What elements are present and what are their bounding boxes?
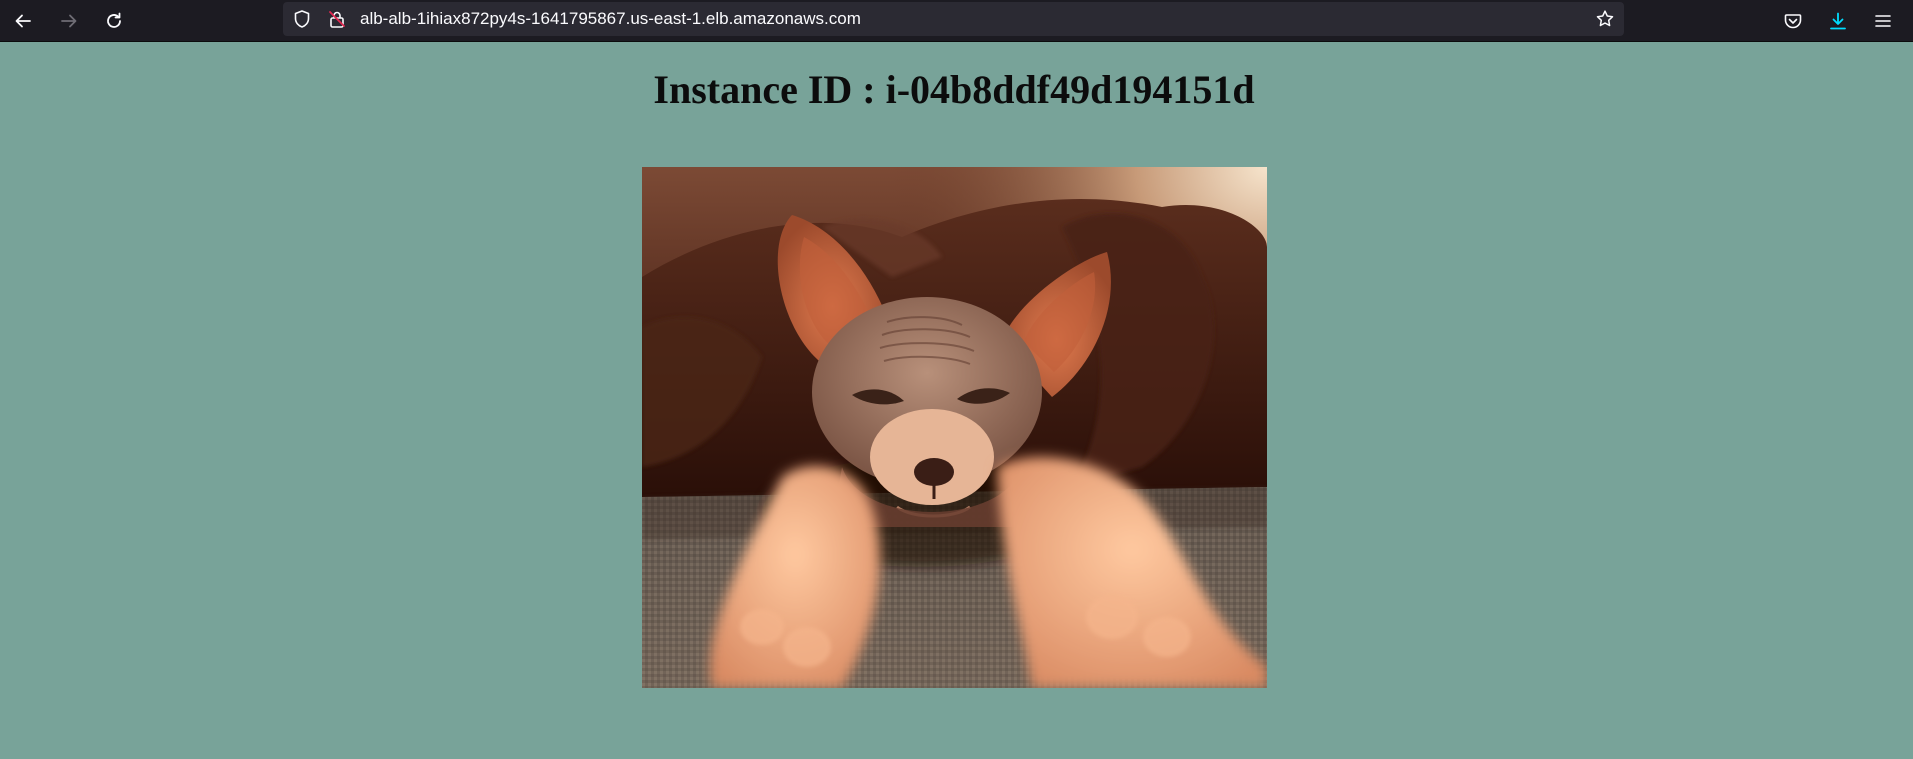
downloads-button[interactable]	[1821, 4, 1855, 38]
reload-icon	[107, 12, 121, 28]
reload-button[interactable]	[97, 4, 131, 38]
back-button[interactable]	[6, 4, 40, 38]
cat-image	[642, 167, 1267, 688]
hamburger-menu-icon	[1875, 15, 1891, 27]
forward-button[interactable]	[52, 4, 86, 38]
shield-icon[interactable]	[292, 9, 312, 29]
download-icon	[1830, 12, 1846, 30]
url-text[interactable]: alb-alb-1ihiax872py4s-1641795867.us-east…	[360, 2, 861, 36]
pocket-icon	[1784, 14, 1802, 29]
menu-button[interactable]	[1866, 4, 1900, 38]
address-bar[interactable]: alb-alb-1ihiax872py4s-1641795867.us-east…	[283, 2, 1624, 36]
arrow-left-icon	[15, 14, 31, 28]
star-icon[interactable]	[1595, 9, 1615, 29]
insecure-lock-icon[interactable]	[327, 9, 347, 29]
instance-id-heading: Instance ID : i-04b8ddf49d194151d	[653, 67, 1255, 112]
cat-photo-illustration	[642, 167, 1267, 688]
arrow-right-icon	[61, 14, 77, 28]
pocket-button[interactable]	[1776, 4, 1810, 38]
browser-toolbar: alb-alb-1ihiax872py4s-1641795867.us-east…	[0, 0, 1913, 42]
